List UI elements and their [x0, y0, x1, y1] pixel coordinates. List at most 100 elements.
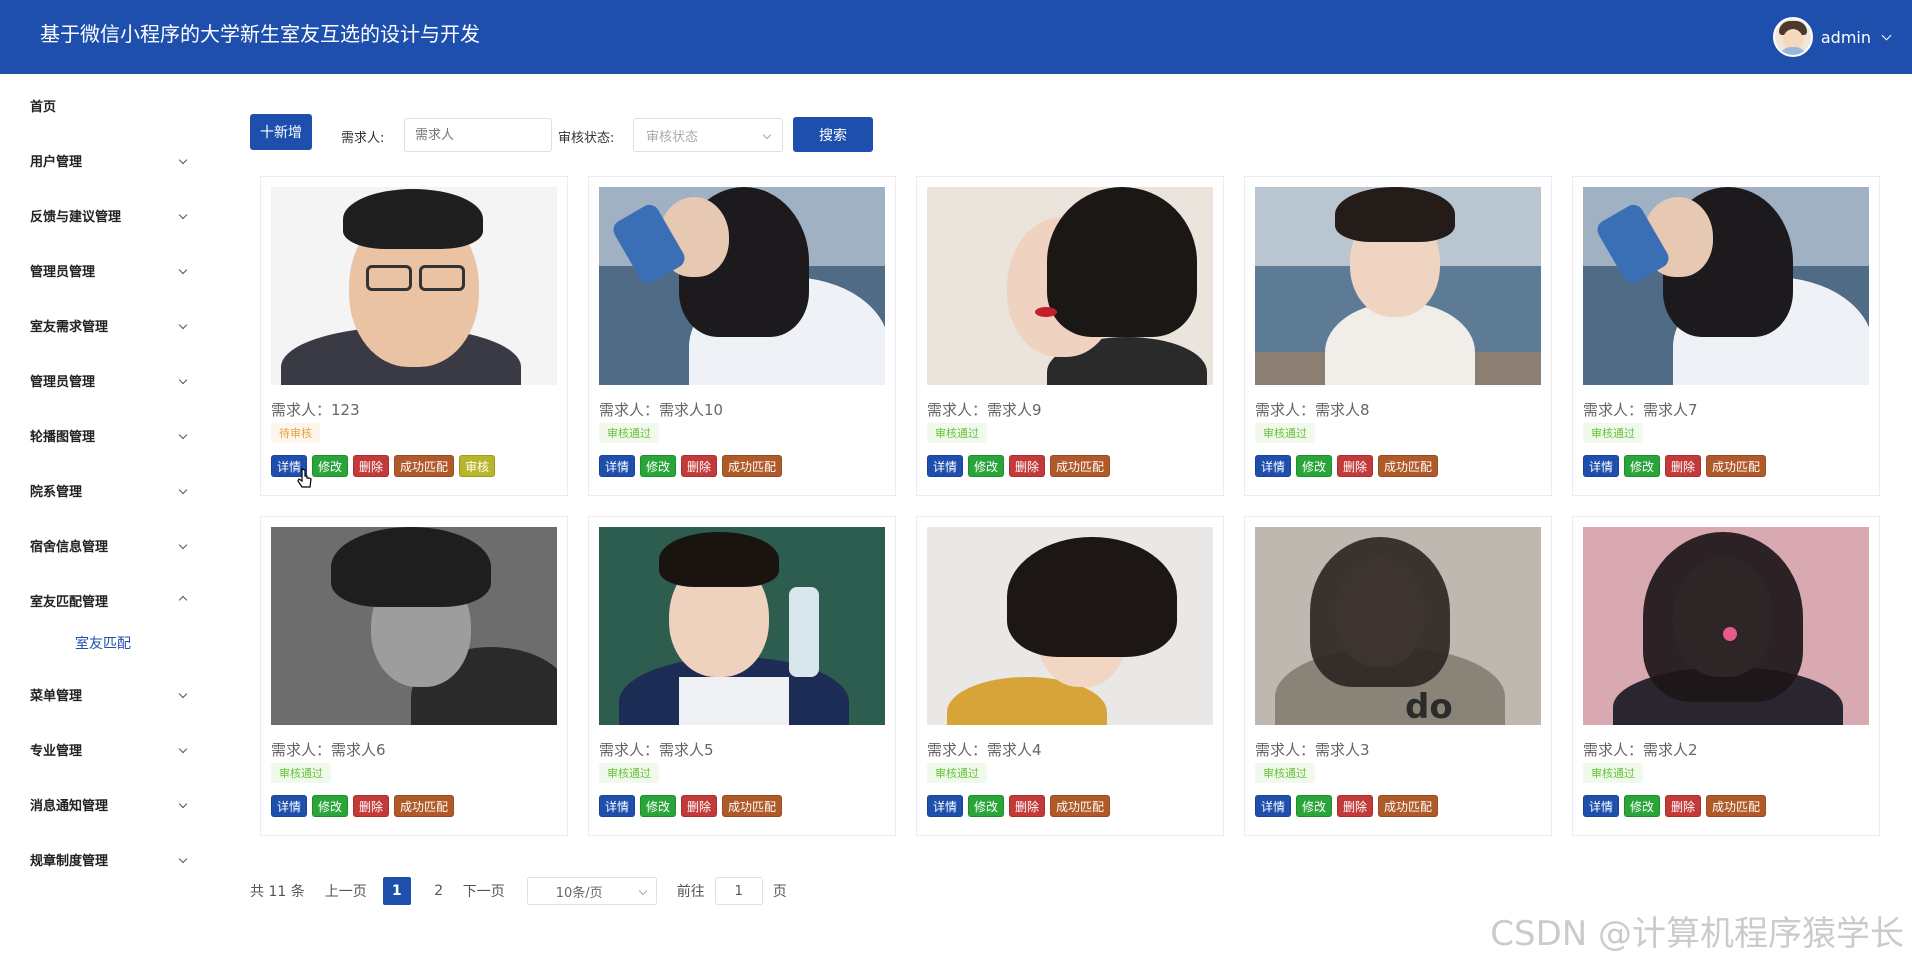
sidebar-item-dorms[interactable]: 宿舍信息管理 [30, 530, 190, 560]
card-actions: 详情 修改 删除 成功匹配 [1583, 455, 1767, 477]
match-success-button[interactable]: 成功匹配 [394, 795, 455, 817]
edit-button[interactable]: 修改 [640, 795, 677, 817]
requester-label: 需求人: [341, 131, 385, 146]
match-success-button[interactable]: 成功匹配 [1706, 455, 1767, 477]
status-badge: 审核通过 [1583, 423, 1643, 443]
edit-button[interactable]: 修改 [640, 455, 677, 477]
card-requester: 需求人：需求人10 [599, 401, 724, 419]
edit-button[interactable]: 修改 [1296, 455, 1333, 477]
top-header: 基于微信小程序的大学新生室友互选的设计与开发 admin [0, 0, 1912, 74]
match-success-button[interactable]: 成功匹配 [722, 795, 783, 817]
card-requester: 需求人：需求人6 [271, 741, 386, 759]
card-requester: 需求人：需求人3 [1255, 741, 1370, 759]
requester-input[interactable] [404, 118, 552, 152]
detail-button[interactable]: 详情 [1583, 455, 1620, 477]
page-size-select[interactable]: 10条/页 [526, 877, 657, 905]
edit-button[interactable]: 修改 [312, 455, 349, 477]
card-actions: 详情 修改 删除 成功匹配 [271, 795, 455, 817]
delete-button[interactable]: 删除 [1009, 795, 1046, 817]
card-photo [271, 187, 557, 385]
delete-button[interactable]: 删除 [1337, 795, 1374, 817]
edit-button[interactable]: 修改 [312, 795, 349, 817]
audit-button[interactable]: 审核 [459, 455, 496, 477]
edit-button[interactable]: 修改 [1296, 795, 1333, 817]
status-badge: 审核通过 [1255, 763, 1315, 783]
add-button[interactable]: 十新增 [250, 114, 312, 150]
sidebar-item-carousel[interactable]: 轮播图管理 [30, 420, 190, 450]
sidebar-item-roommate-match[interactable]: 室友匹配管理 [30, 585, 190, 615]
delete-button[interactable]: 删除 [353, 795, 390, 817]
chevron-down-icon[interactable] [1881, 30, 1892, 40]
sidebar-item-users[interactable]: 用户管理 [30, 145, 190, 175]
sidebar-item-notifications[interactable]: 消息通知管理 [30, 789, 190, 819]
user-menu[interactable]: admin [1772, 16, 1892, 58]
goto-page-input[interactable]: 1 [714, 877, 763, 905]
prev-page-button[interactable]: 上一页 [325, 881, 367, 901]
status-badge: 审核通过 [927, 763, 987, 783]
delete-button[interactable]: 删除 [1337, 455, 1374, 477]
username[interactable]: admin [1821, 28, 1871, 47]
next-page-button[interactable]: 下一页 [463, 881, 505, 901]
detail-button[interactable]: 详情 [271, 795, 308, 817]
sidebar-item-label: 反馈与建议管理 [30, 209, 122, 225]
sidebar-item-admins-2[interactable]: 管理员管理 [30, 365, 190, 395]
edit-button[interactable]: 修改 [1624, 795, 1661, 817]
detail-button[interactable]: 详情 [1583, 795, 1620, 817]
delete-button[interactable]: 删除 [1009, 455, 1046, 477]
delete-button[interactable]: 删除 [681, 795, 718, 817]
sidebar-item-roommate-needs[interactable]: 室友需求管理 [30, 310, 190, 340]
sidebar-item-regulations[interactable]: 规章制度管理 [30, 844, 190, 874]
sidebar-item-label: 宿舍信息管理 [30, 539, 109, 555]
match-success-button[interactable]: 成功匹配 [1050, 455, 1111, 477]
status-badge: 审核通过 [599, 423, 659, 443]
chevron-down-icon [178, 799, 188, 809]
edit-button[interactable]: 修改 [968, 455, 1005, 477]
page-1-button[interactable]: 1 [382, 877, 411, 905]
chevron-up-icon [178, 595, 188, 605]
match-success-button[interactable]: 成功匹配 [722, 455, 783, 477]
status-select-placeholder: 审核状态 [646, 129, 699, 145]
card-photo [1255, 187, 1541, 385]
sidebar-item-departments[interactable]: 院系管理 [30, 475, 190, 505]
card-actions: 详情 修改 删除 成功匹配 [1583, 795, 1767, 817]
match-card: 需求人：123 待审核 详情 修改 删除 成功匹配 审核 [260, 176, 568, 496]
delete-button[interactable]: 删除 [353, 455, 390, 477]
match-success-button[interactable]: 成功匹配 [1378, 795, 1439, 817]
card-requester: 需求人：需求人8 [1255, 401, 1370, 419]
sidebar-item-home[interactable]: 首页 [30, 90, 190, 120]
detail-button[interactable]: 详情 [1255, 795, 1292, 817]
sidebar-subitem-roommate-match[interactable]: 室友匹配 [75, 633, 131, 653]
match-success-button[interactable]: 成功匹配 [1706, 795, 1767, 817]
match-card: 需求人：需求人6 审核通过 详情 修改 删除 成功匹配 [260, 516, 568, 836]
detail-button[interactable]: 详情 [927, 455, 964, 477]
detail-button[interactable]: 详情 [927, 795, 964, 817]
search-button[interactable]: 搜索 [793, 117, 873, 152]
sidebar-item-feedback[interactable]: 反馈与建议管理 [30, 200, 190, 230]
detail-button[interactable]: 详情 [599, 455, 636, 477]
match-card: 需求人：需求人9 审核通过 详情 修改 删除 成功匹配 [916, 176, 1224, 496]
sidebar-item-admins[interactable]: 管理员管理 [30, 255, 190, 285]
sidebar-item-menus[interactable]: 菜单管理 [30, 679, 190, 709]
match-card: 需求人：需求人2 审核通过 详情 修改 删除 成功匹配 [1572, 516, 1880, 836]
watermark: CSDN @计算机程序猿学长 [1490, 914, 1904, 954]
sidebar-item-majors[interactable]: 专业管理 [30, 734, 190, 764]
card-photo: do [1255, 527, 1541, 725]
card-requester: 需求人：123 [271, 401, 360, 419]
match-success-button[interactable]: 成功匹配 [1050, 795, 1111, 817]
detail-button[interactable]: 详情 [599, 795, 636, 817]
match-success-button[interactable]: 成功匹配 [1378, 455, 1439, 477]
detail-button[interactable]: 详情 [1255, 455, 1292, 477]
delete-button[interactable]: 删除 [1665, 795, 1702, 817]
page-2-button[interactable]: 2 [425, 877, 453, 905]
delete-button[interactable]: 删除 [681, 455, 718, 477]
card-actions: 详情 修改 删除 成功匹配 [599, 795, 783, 817]
edit-button[interactable]: 修改 [1624, 455, 1661, 477]
match-success-button[interactable]: 成功匹配 [394, 455, 455, 477]
card-requester: 需求人：需求人7 [1583, 401, 1698, 419]
avatar[interactable] [1772, 17, 1813, 57]
edit-button[interactable]: 修改 [968, 795, 1005, 817]
delete-button[interactable]: 删除 [1665, 455, 1702, 477]
card-photo [599, 527, 885, 725]
status-select[interactable]: 审核状态 [633, 118, 783, 152]
match-card: do 需求人：需求人3 审核通过 详情 修改 删除 成功匹配 [1244, 516, 1552, 836]
